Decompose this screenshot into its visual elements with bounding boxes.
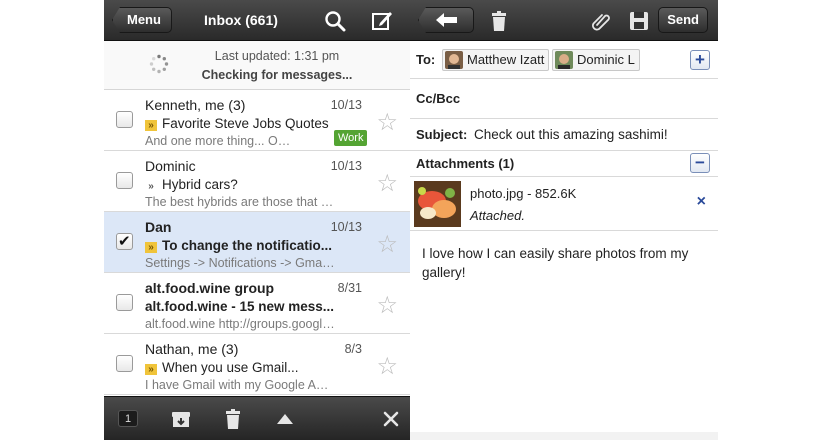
attachment-status: Attached. — [470, 208, 525, 223]
message-sender: alt.food.wine group — [145, 280, 275, 296]
attachment-name: photo.jpg - 852.6K — [470, 186, 577, 201]
inbox-panel: Menu Inbox (661) Last updated: 1:31 pm C… — [104, 0, 410, 440]
message-subject: » Hybrid cars? — [145, 177, 340, 192]
recipient-name: Matthew Izatt — [467, 52, 545, 67]
cc-bcc-field[interactable]: Cc/Bcc — [410, 79, 718, 119]
attachments-header: Attachments (1) − — [410, 151, 718, 177]
message-snippet: The best hybrids are those that dri... — [145, 195, 335, 209]
attachments-label: Attachments (1) — [416, 156, 515, 171]
to-field[interactable]: To: Matthew Izatt Dominic L + — [410, 41, 718, 79]
message-snippet: I have Gmail with my Google App... — [145, 378, 335, 392]
label-work-badge: Work — [334, 130, 368, 146]
sync-status: Last updated: 1:31 pm Checking for messa… — [104, 41, 410, 90]
avatar — [555, 51, 573, 69]
message-date: 10/13 — [330, 98, 362, 112]
important-marker-icon: » — [145, 364, 157, 375]
important-marker-icon: » — [145, 120, 157, 131]
search-icon[interactable] — [324, 10, 346, 32]
discard-icon[interactable] — [488, 10, 510, 32]
checking-text: Checking for messages... — [201, 68, 353, 82]
last-updated-text: Last updated: 1:31 pm — [214, 49, 340, 63]
compose-footer — [410, 432, 718, 440]
inbox-title: Inbox (661) — [204, 12, 278, 28]
recipient-chip[interactable]: Matthew Izatt — [442, 49, 550, 71]
subject-value[interactable]: Check out this amazing sashimi! — [474, 127, 668, 142]
attachment-item: photo.jpg - 852.6K Attached. × — [410, 177, 718, 231]
selected-count-badge: 1 — [118, 410, 138, 427]
message-row[interactable]: Nathan, me (3) 8/3 » When you use Gmail..… — [104, 334, 410, 395]
cc-bcc-label: Cc/Bcc — [416, 91, 461, 106]
star-icon[interactable]: ☆ — [376, 352, 398, 381]
subject-field[interactable]: Subject: Check out this amazing sashimi! — [410, 119, 718, 151]
message-snippet: alt.food.wine http://groups.google.c... — [145, 317, 335, 331]
message-date: 10/13 — [330, 159, 362, 173]
compose-icon[interactable] — [371, 10, 393, 32]
message-checkbox[interactable] — [116, 172, 133, 189]
message-date: 10/13 — [330, 220, 362, 234]
message-row[interactable]: Kenneth, me (3) 10/13 » Favorite Steve Jo… — [104, 90, 410, 151]
delete-icon[interactable] — [222, 408, 244, 430]
back-button[interactable] — [418, 7, 474, 33]
avatar — [445, 51, 463, 69]
message-row[interactable]: alt.food.wine group 8/31 alt.food.wine -… — [104, 273, 410, 334]
message-sender: Kenneth, me (3) — [145, 97, 246, 113]
message-checkbox-checked[interactable] — [116, 232, 133, 250]
message-snippet: Settings -> Notifications -> Gmail l... — [145, 256, 335, 270]
inbox-action-bar: 1 — [104, 396, 410, 440]
star-icon[interactable]: ☆ — [376, 108, 398, 137]
message-subject: alt.food.wine - 15 new mess... — [145, 299, 335, 314]
send-button[interactable]: Send — [658, 7, 708, 33]
archive-icon[interactable] — [170, 408, 192, 430]
star-icon[interactable]: ☆ — [376, 230, 398, 259]
message-sender: Dominic — [145, 158, 196, 174]
message-snippet: And one more thing... On Th... — [145, 134, 295, 148]
star-icon[interactable]: ☆ — [376, 169, 398, 198]
attachment-thumbnail — [414, 181, 461, 227]
remove-attachment-icon[interactable]: × — [697, 193, 706, 211]
reply-arrow-icon — [436, 13, 457, 27]
recipient-chip[interactable]: Dominic L — [552, 49, 640, 71]
recipient-name: Dominic L — [577, 52, 635, 67]
message-subject: » To change the notificatio... — [145, 238, 340, 253]
compose-panel: Send To: Matthew Izatt Dominic L + Cc/Bc… — [410, 0, 718, 440]
paperclip-icon[interactable] — [590, 10, 612, 32]
message-row-selected[interactable]: Dan 10/13 »To change the notificatio... … — [104, 212, 410, 273]
message-sender: Nathan, me (3) — [145, 341, 239, 357]
to-label: To: — [416, 52, 436, 67]
message-subject: » Favorite Steve Jobs Quotes — [145, 116, 340, 131]
message-subject: » When you use Gmail... — [145, 360, 340, 375]
message-date: 8/3 — [344, 342, 362, 356]
close-icon[interactable] — [380, 408, 402, 430]
save-icon[interactable] — [628, 10, 650, 32]
message-sender: Dan — [145, 219, 172, 235]
star-icon[interactable]: ☆ — [376, 291, 398, 320]
not-important-marker-icon: » — [148, 181, 154, 192]
collapse-attachments-button[interactable]: − — [690, 153, 710, 173]
add-recipient-button[interactable]: + — [690, 50, 710, 70]
subject-label: Subject: — [416, 127, 468, 142]
compose-toolbar: Send — [410, 0, 718, 41]
message-body[interactable]: I love how I can easily share photos fro… — [422, 244, 707, 282]
inbox-toolbar: Menu Inbox (661) — [104, 0, 410, 41]
important-marker-icon: » — [145, 242, 157, 253]
message-checkbox[interactable] — [116, 111, 133, 128]
message-checkbox[interactable] — [116, 355, 133, 372]
up-arrow-icon[interactable] — [274, 408, 296, 430]
menu-button[interactable]: Menu — [112, 7, 172, 33]
message-row[interactable]: Dominic 10/13 » Hybrid cars? The best hyb… — [104, 151, 410, 212]
message-date: 8/31 — [337, 281, 362, 295]
message-checkbox[interactable] — [116, 294, 133, 311]
